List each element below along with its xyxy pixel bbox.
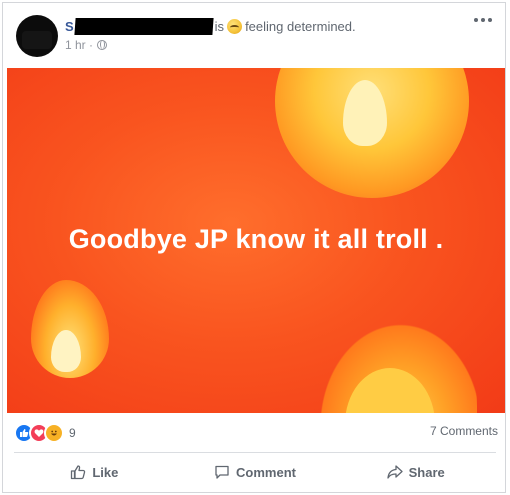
status-verb: is <box>214 18 225 34</box>
comments-count-link[interactable]: 7 Comments <box>430 424 498 438</box>
share-arrow-icon <box>386 465 403 479</box>
divider <box>14 452 496 453</box>
comment-button[interactable]: Comment <box>175 456 336 488</box>
share-button[interactable]: Share <box>335 456 496 488</box>
thumbs-up-icon <box>71 465 86 480</box>
redacted-name-block <box>74 17 214 35</box>
reaction-count[interactable]: 9 <box>69 426 76 440</box>
action-bar: Like Comment Share <box>14 456 496 488</box>
timestamp[interactable]: 1 hr · <box>65 38 93 52</box>
post-media[interactable]: Goodbye JP know it all troll . <box>7 68 505 413</box>
determined-emoji-icon <box>227 18 243 34</box>
post-meta: 1 hr · <box>65 38 108 52</box>
comment-bubble-icon <box>215 465 229 479</box>
reaction-summary[interactable]: 9 <box>14 423 76 443</box>
post-card: S is feeling determined. 1 hr · Goodbye … <box>2 2 506 493</box>
media-text: Goodbye JP know it all troll . <box>68 224 444 254</box>
comment-label: Comment <box>236 464 296 480</box>
like-label: Like <box>92 464 119 480</box>
globe-icon[interactable] <box>97 40 108 50</box>
feeling-text: feeling determined. <box>245 18 356 34</box>
share-label: Share <box>408 464 445 480</box>
post-header: S is feeling determined. <box>65 16 356 36</box>
avatar[interactable] <box>16 15 58 57</box>
author-name[interactable]: S <box>65 19 74 34</box>
like-button[interactable]: Like <box>14 456 175 488</box>
more-options-icon[interactable] <box>473 15 493 25</box>
haha-icon <box>44 423 64 443</box>
